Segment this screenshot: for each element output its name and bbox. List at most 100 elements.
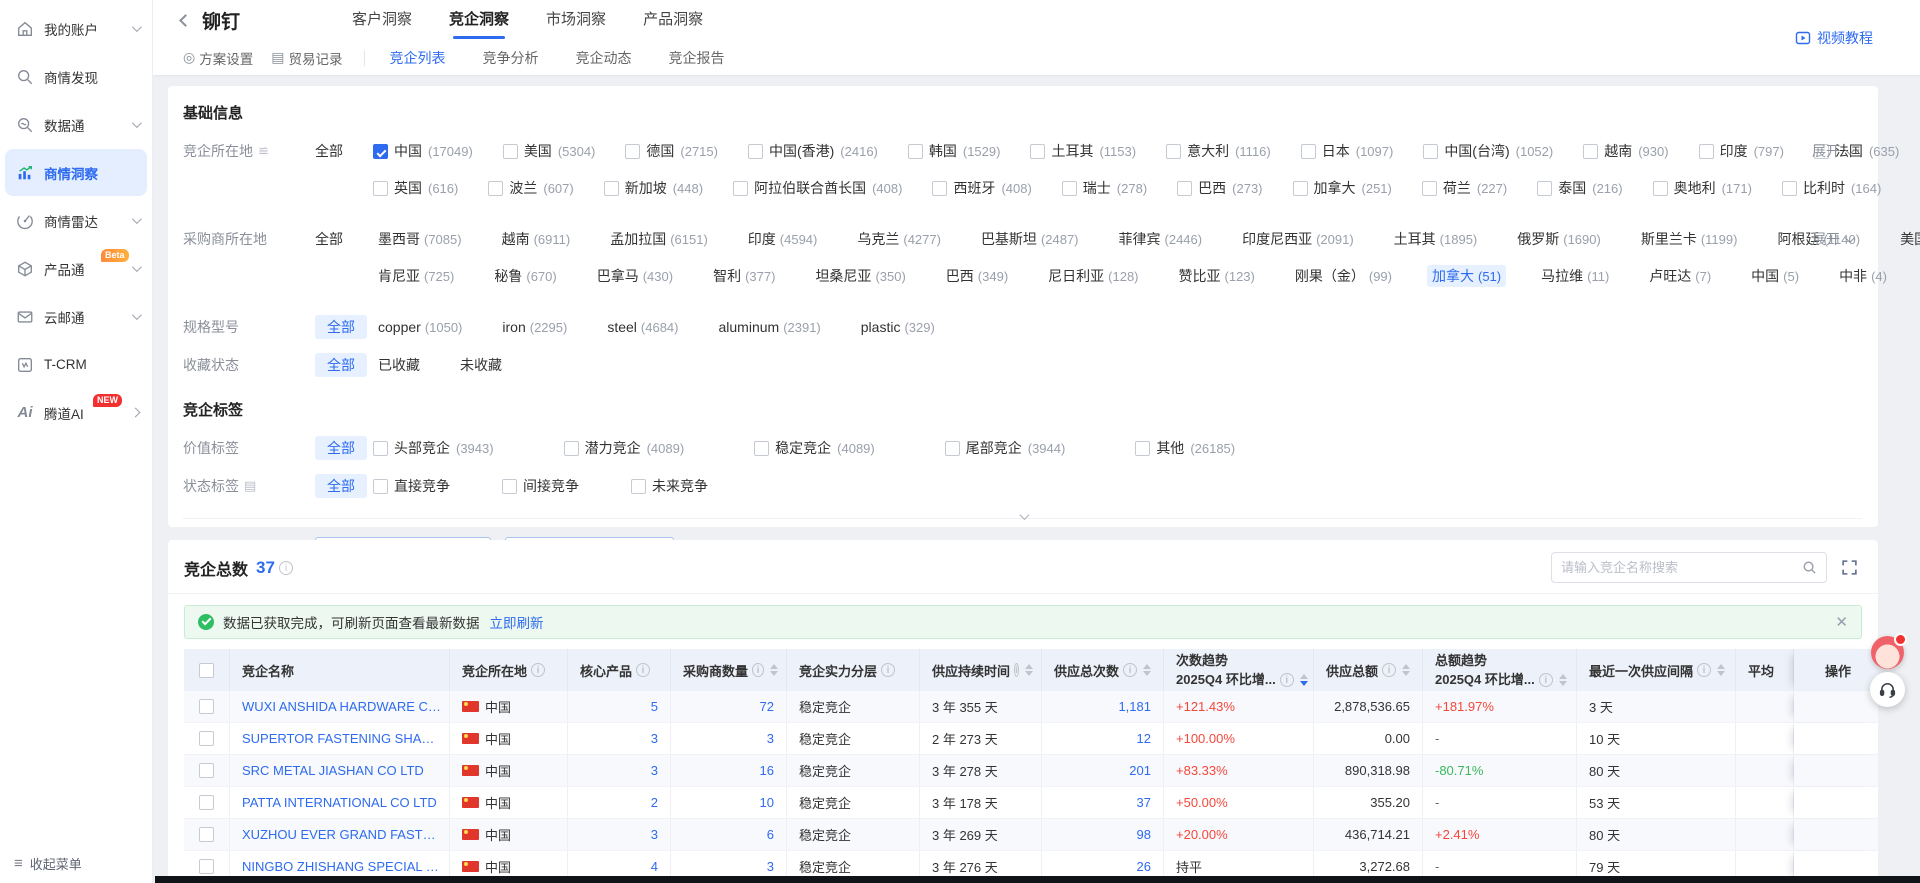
value-tag-option[interactable]: 稳定竞企 (4089) [754, 438, 875, 458]
col-header-times-trend[interactable]: 次数趋势 2025Q4 环比增... [1164, 649, 1314, 691]
sidebar-item-discovery[interactable]: 商情发现 [5, 53, 147, 100]
spec-option[interactable]: steel (4684) [602, 318, 683, 336]
col-header-strength-tier[interactable]: 竞企实力分层 [787, 649, 920, 691]
all-chip[interactable]: 全部 [315, 474, 367, 498]
all-option[interactable]: 全部 [315, 227, 373, 251]
all-chip[interactable]: 全部 [315, 353, 367, 377]
checkbox[interactable] [604, 181, 619, 196]
customer-service-avatar[interactable] [1871, 636, 1904, 669]
row-checkbox[interactable] [199, 859, 214, 874]
location-text-option[interactable]: 智利 (377) [708, 265, 780, 287]
supply-times-link[interactable]: 201 [1129, 763, 1151, 778]
location-text-option[interactable]: 刚果（金） (99) [1290, 265, 1397, 287]
location-text-option[interactable]: 孟加拉国 (6151) [605, 228, 713, 250]
col-header-buyer-count[interactable]: 采购商数量 [671, 649, 787, 691]
sort-icon-active[interactable] [1300, 674, 1308, 686]
checkbox[interactable] [373, 144, 388, 159]
spec-option[interactable]: plastic (329) [856, 318, 940, 336]
checkbox[interactable] [1301, 144, 1316, 159]
col-header-supply-amount[interactable]: 供应总额 [1314, 649, 1423, 691]
location-text-option[interactable]: 坦桑尼亚 (350) [810, 265, 910, 287]
checkbox[interactable] [1537, 181, 1552, 196]
buyer-count-link[interactable]: 3 [767, 859, 774, 874]
back-icon[interactable] [179, 14, 192, 27]
subtab-competition-analysis[interactable]: 竞争分析 [482, 48, 538, 68]
sidebar-item-mail[interactable]: 云邮通 [5, 293, 147, 340]
checkbox[interactable] [1583, 144, 1598, 159]
location-checkbox-option[interactable]: 瑞士 (278) [1062, 178, 1147, 198]
location-checkbox-option[interactable]: 德国 (2715) [625, 141, 718, 161]
col-header-average[interactable]: 平均 [1736, 649, 1794, 691]
location-checkbox-option[interactable]: 阿拉伯联合酋长国 (408) [733, 178, 902, 198]
sort-icon[interactable] [770, 664, 778, 676]
status-tag-option[interactable]: 未来竞争 [631, 476, 708, 496]
location-text-option[interactable]: 土耳其 (1895) [1389, 228, 1483, 250]
location-text-option[interactable]: 肯尼亚 (725) [373, 265, 459, 287]
sidebar-item-tcrm[interactable]: T-CRM [5, 341, 147, 388]
col-header-name[interactable]: 竞企名称 [230, 649, 450, 691]
supply-times-link[interactable]: 12 [1137, 731, 1151, 746]
location-text-option[interactable]: 菲律宾 (2446) [1114, 228, 1208, 250]
value-tag-option[interactable]: 其他 (26185) [1135, 438, 1235, 458]
company-name-link[interactable]: XUZHOU EVER GRAND FASTENERS... [242, 827, 441, 842]
location-checkbox-option[interactable]: 英国 (616) [373, 178, 458, 198]
location-text-option[interactable]: 巴拿马 (430) [592, 265, 678, 287]
core-products-link[interactable]: 2 [651, 795, 658, 810]
location-text-option[interactable]: 美国 (754) [1895, 228, 1920, 250]
table-row[interactable]: XUZHOU EVER GRAND FASTENERS... 中国 3 6 稳定… [184, 819, 1878, 851]
favorite-option[interactable]: 未收藏 [455, 354, 507, 376]
checkbox[interactable] [564, 441, 579, 456]
supply-times-link[interactable]: 37 [1137, 795, 1151, 810]
location-checkbox-option[interactable]: 西班牙 (408) [932, 178, 1031, 198]
buyer-count-link[interactable]: 3 [767, 731, 774, 746]
table-row[interactable]: PATTA INTERNATIONAL CO LTD 中国 2 10 稳定竞企 … [184, 787, 1878, 819]
checkbox[interactable] [1422, 181, 1437, 196]
location-text-option[interactable]: 俄罗斯 (1690) [1512, 228, 1606, 250]
checkbox[interactable] [1177, 181, 1192, 196]
supply-times-link[interactable]: 98 [1137, 827, 1151, 842]
value-tag-option[interactable]: 尾部竞企 (3944) [945, 438, 1066, 458]
expand-button[interactable]: 展开 [1812, 229, 1852, 249]
checkbox[interactable] [1030, 144, 1045, 159]
company-name-link[interactable]: WUXI ANSHIDA HARDWARE CO LTD [242, 699, 441, 714]
checkbox[interactable] [754, 441, 769, 456]
location-text-option[interactable]: 巴西 (349) [941, 265, 1013, 287]
location-text-option[interactable]: 加拿大 (51) [1427, 265, 1506, 287]
location-checkbox-option[interactable]: 土耳其 (1153) [1030, 141, 1136, 161]
location-checkbox-option[interactable]: 加拿大 (251) [1293, 178, 1392, 198]
close-icon[interactable]: ✕ [1835, 613, 1848, 631]
table-row[interactable]: SRC METAL JIASHAN CO LTD 中国 3 16 稳定竞企 3 … [184, 755, 1878, 787]
checkbox[interactable] [1166, 144, 1181, 159]
location-text-option[interactable]: 卢旺达 (7) [1644, 265, 1716, 287]
table-row[interactable]: SUPERTOR FASTENING SHANGHAI... 中国 3 3 稳定… [184, 723, 1878, 755]
checkbox[interactable] [373, 181, 388, 196]
spec-option[interactable]: iron (2295) [497, 318, 572, 336]
row-checkbox[interactable] [199, 699, 214, 714]
expand-button[interactable]: 展开 [1812, 141, 1852, 161]
sidebar-item-product[interactable]: 产品通 Beta [5, 245, 147, 292]
location-checkbox-option[interactable]: 巴西 (273) [1177, 178, 1262, 198]
sidebar-item-my-account[interactable]: 我的账户 [5, 5, 147, 52]
all-chip[interactable]: 全部 [315, 315, 367, 339]
sort-icon[interactable] [1025, 664, 1033, 676]
location-checkbox-option[interactable]: 印度 (797) [1699, 141, 1784, 161]
buyer-count-link[interactable]: 16 [760, 763, 774, 778]
core-products-link[interactable]: 3 [651, 827, 658, 842]
checkbox[interactable] [1135, 441, 1150, 456]
location-text-option[interactable]: 巴基斯坦 (2487) [976, 228, 1084, 250]
tab-competitor-insight[interactable]: 竞企洞察 [449, 0, 509, 40]
value-tag-option[interactable]: 头部竞企 (3943) [373, 438, 494, 458]
trade-records-button[interactable]: ▤ 贸易记录 [271, 48, 342, 68]
subtab-competitor-news[interactable]: 竞企动态 [575, 48, 631, 68]
sort-icon[interactable] [1559, 674, 1567, 686]
checkbox[interactable] [502, 479, 517, 494]
location-text-option[interactable]: 印度 (4594) [743, 228, 823, 250]
row-checkbox[interactable] [199, 827, 214, 842]
checkbox[interactable] [373, 441, 388, 456]
company-name-link[interactable]: SRC METAL JIASHAN CO LTD [242, 763, 424, 778]
spec-option[interactable]: copper (1050) [373, 318, 467, 336]
col-header-supply-times[interactable]: 供应总次数 [1042, 649, 1164, 691]
checkbox[interactable] [932, 181, 947, 196]
location-text-option[interactable]: 中国 (5) [1746, 265, 1804, 287]
status-tag-option[interactable]: 直接竞争 [373, 476, 450, 496]
